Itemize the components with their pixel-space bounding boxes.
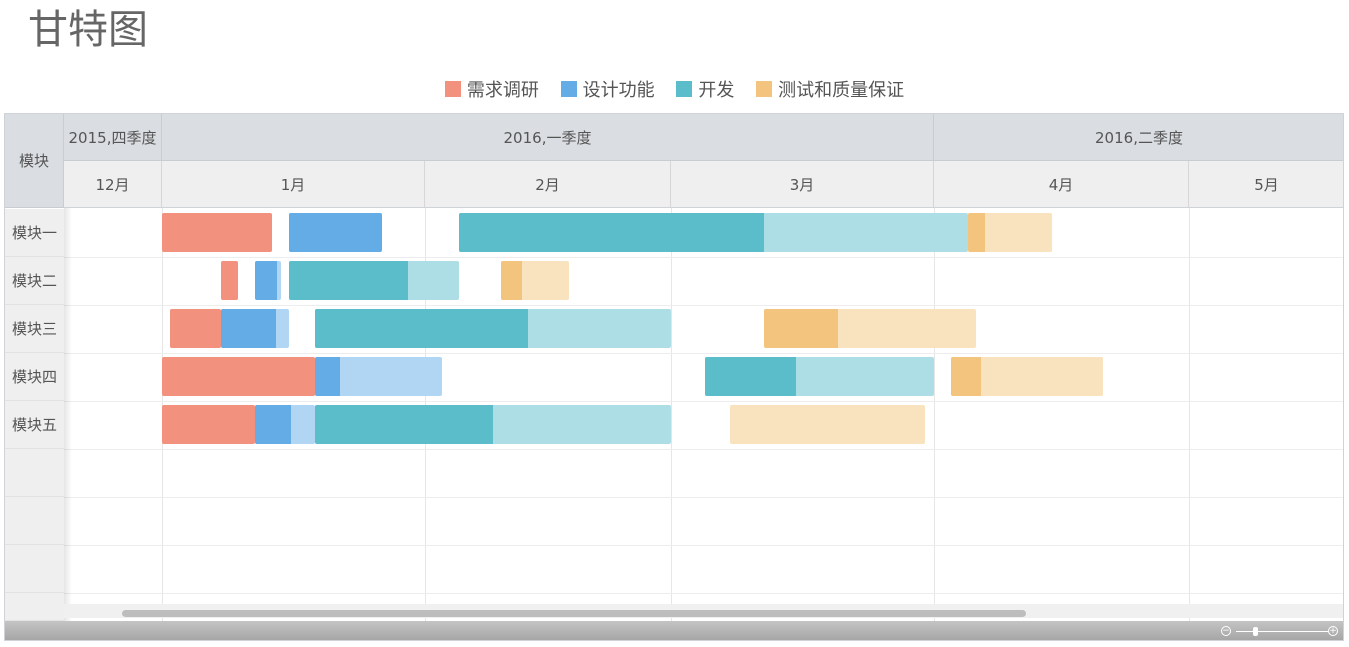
task-progress-fill — [221, 261, 239, 300]
row-separator — [64, 353, 1343, 354]
task-bar[interactable] — [170, 309, 222, 348]
task-progress-fill — [289, 261, 408, 300]
row-separator — [64, 497, 1343, 498]
row-separator — [64, 593, 1343, 594]
task-progress-fill — [314, 309, 529, 348]
task-bar[interactable] — [704, 357, 934, 396]
task-bar[interactable] — [162, 405, 256, 444]
task-bar[interactable] — [221, 261, 239, 300]
task-bar[interactable] — [289, 213, 383, 252]
legend-item-design[interactable]: 设计功能 — [560, 76, 655, 102]
month-gridline — [934, 208, 935, 628]
legend-swatch — [676, 81, 693, 97]
legend-item-development[interactable]: 开发 — [676, 76, 734, 102]
task-bar[interactable] — [950, 357, 1104, 396]
task-bar[interactable] — [314, 309, 671, 348]
legend-swatch — [560, 81, 577, 97]
row-label-empty — [5, 449, 64, 497]
task-bar[interactable] — [458, 213, 968, 252]
row-separator — [64, 401, 1343, 402]
task-bar[interactable] — [764, 309, 977, 348]
month-gridline — [671, 208, 672, 628]
task-progress-fill — [255, 261, 277, 300]
legend-item-testing[interactable]: 测试和质量保证 — [756, 76, 904, 102]
month-gridline — [1189, 208, 1190, 628]
legend: 需求调研 设计功能 开发 测试和质量保证 — [0, 76, 1349, 102]
month-header-dec: 12月 — [64, 161, 162, 208]
task-progress-fill — [967, 213, 985, 252]
legend-label: 测试和质量保证 — [778, 80, 905, 101]
task-bar[interactable] — [162, 357, 315, 396]
month-header-may: 5月 — [1189, 161, 1343, 208]
row-label-empty — [5, 545, 64, 593]
legend-label: 设计功能 — [582, 80, 655, 101]
quarter-header-2016-q2: 2016,二季度 — [934, 114, 1343, 161]
task-progress-fill — [314, 357, 341, 396]
legend-label: 需求调研 — [466, 80, 539, 101]
zoom-out-icon[interactable]: − — [1221, 626, 1231, 636]
task-progress-fill — [950, 357, 982, 396]
quarter-header-2016-q1: 2016,一季度 — [162, 114, 934, 161]
task-bar[interactable] — [730, 405, 926, 444]
task-progress-fill — [501, 261, 522, 300]
task-progress-fill — [162, 213, 273, 252]
row-label-empty — [5, 497, 64, 545]
row-separator — [64, 305, 1343, 306]
task-bar[interactable] — [289, 261, 459, 300]
quarter-header-2015-q4: 2015,四季度 — [64, 114, 162, 161]
month-header-feb: 2月 — [425, 161, 671, 208]
task-bar[interactable] — [221, 309, 290, 348]
row-separator — [64, 545, 1343, 546]
legend-label: 开发 — [698, 80, 735, 101]
row-label-empty — [5, 593, 64, 621]
task-progress-fill — [255, 405, 291, 444]
zoom-slider-handle[interactable] — [1253, 627, 1258, 636]
row-label-module-2: 模块二 — [5, 257, 64, 305]
horizontal-scrollbar-thumb[interactable] — [122, 610, 1026, 617]
task-bar[interactable] — [255, 405, 315, 444]
legend-swatch — [444, 81, 461, 97]
task-progress-fill — [289, 213, 383, 252]
label-column-shadow — [64, 208, 72, 628]
task-progress-fill — [170, 309, 222, 348]
task-progress-fill — [458, 213, 765, 252]
row-label-module-4: 模块四 — [5, 353, 64, 401]
row-separator — [64, 257, 1343, 258]
task-bar[interactable] — [314, 405, 671, 444]
row-separator — [64, 449, 1343, 450]
zoom-slider-track[interactable] — [1236, 631, 1328, 632]
row-label-module-3: 模块三 — [5, 305, 64, 353]
task-bar[interactable] — [162, 213, 273, 252]
task-progress-fill — [764, 309, 839, 348]
task-progress-fill — [314, 405, 493, 444]
gantt-chart: 模块 2015,四季度 2016,一季度 2016,二季度 12月 1月 2月 … — [4, 113, 1344, 641]
task-progress-fill — [221, 309, 276, 348]
task-progress-fill — [162, 405, 256, 444]
module-column-header: 模块 — [5, 114, 64, 208]
month-header-mar: 3月 — [671, 161, 934, 208]
month-header-apr: 4月 — [934, 161, 1189, 208]
task-progress-fill — [162, 357, 315, 396]
task-bar[interactable] — [501, 261, 570, 300]
zoom-in-icon[interactable]: + — [1328, 626, 1338, 636]
task-bar[interactable] — [255, 261, 281, 300]
zoom-bar — [5, 621, 1343, 640]
chart-title: 甘特图 — [28, 7, 148, 53]
row-label-module-5: 模块五 — [5, 401, 64, 449]
legend-swatch — [756, 81, 773, 97]
row-label-module-1: 模块一 — [5, 209, 64, 257]
task-progress-fill — [704, 357, 797, 396]
month-header-jan: 1月 — [162, 161, 425, 208]
task-bar[interactable] — [967, 213, 1053, 252]
legend-item-requirements[interactable]: 需求调研 — [444, 76, 539, 102]
task-bar[interactable] — [314, 357, 442, 396]
